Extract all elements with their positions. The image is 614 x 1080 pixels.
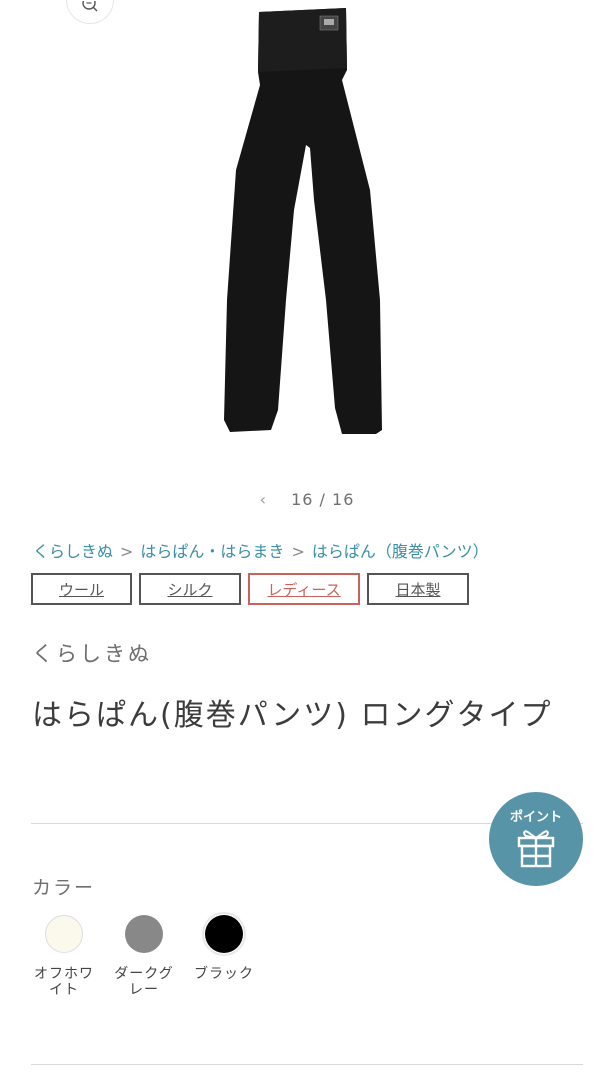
swatch-off-white[interactable]: オフホワイト [28,912,100,998]
swatch-label: オフホワイト [34,966,94,998]
swatch-ring [42,912,86,956]
pager-total: 16 [332,490,355,509]
swatch-ring [122,912,166,956]
breadcrumb-item-brand[interactable]: くらしきぬ [33,542,113,561]
pager-current: 16 [291,490,314,509]
point-badge-label: ポイント [509,810,562,825]
chevron-left-icon[interactable]: ‹ [260,490,267,509]
breadcrumb-separator: > [120,542,134,561]
tag-wool[interactable]: ウール [31,573,132,605]
zoom-button[interactable] [66,0,114,24]
image-pager: ‹ 16 / 16 [0,490,614,509]
swatch-ring [202,912,246,956]
pager-separator: / [319,490,326,509]
tag-ladies[interactable]: レディース [248,573,360,605]
tag-made-in-japan[interactable]: 日本製 [367,573,469,605]
tag-list: ウール シルク レディース 日本製 [31,573,469,605]
product-image[interactable] [200,0,420,440]
gift-icon [517,830,555,868]
swatch-dot [205,915,243,953]
color-label: カラー [32,877,96,899]
swatch-black[interactable]: ブラック [188,912,260,998]
breadcrumb-item-current[interactable]: はらぱん（腹巻パンツ） [312,542,489,561]
divider [31,1064,583,1065]
swatch-dot [45,915,83,953]
swatch-label: ブラック [194,966,254,982]
swatch-dark-gray[interactable]: ダークグレー [108,912,180,998]
tag-silk[interactable]: シルク [139,573,241,605]
swatch-dot [125,915,163,953]
point-badge[interactable]: ポイント [489,792,583,886]
product-vendor: くらしきぬ [32,642,152,666]
breadcrumb-item-category[interactable]: はらぱん・はらまき [140,542,284,561]
product-title: はらぱん(腹巻パンツ) ロングタイプ [32,698,553,733]
breadcrumb: くらしきぬ > はらぱん・はらまき > はらぱん（腹巻パンツ） [33,538,489,562]
color-swatches: オフホワイト ダークグレー ブラック [28,912,260,998]
breadcrumb-separator: > [291,542,305,561]
swatch-label: ダークグレー [114,966,174,998]
zoom-in-icon [82,1,98,12]
